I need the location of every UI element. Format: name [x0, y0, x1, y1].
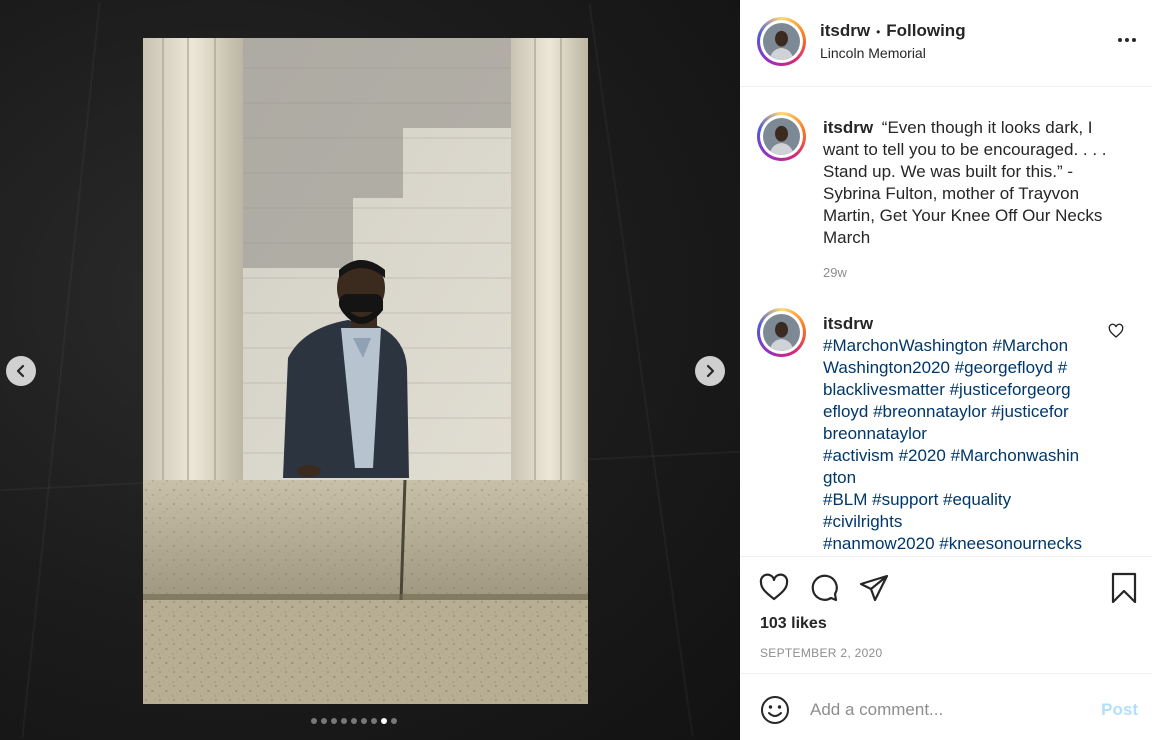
caption-timestamp[interactable]: 29w — [823, 265, 847, 280]
hashtag-list[interactable]: #MarchonWashington #Marchon Washington202… — [823, 335, 1113, 555]
likes-count[interactable]: 103 likes — [760, 615, 827, 633]
carousel-dot — [351, 718, 357, 724]
avatar[interactable] — [757, 112, 806, 161]
chevron-right-icon — [706, 364, 715, 378]
caption-username[interactable]: itsdrw — [823, 118, 873, 137]
share-icon[interactable] — [858, 572, 890, 604]
following-button[interactable]: Following — [886, 21, 965, 41]
post-details-panel: itsdrw • Following Lincoln Memorial itsd… — [740, 0, 1152, 740]
hashtag-line[interactable]: #BLM #support #equality — [823, 489, 1113, 511]
carousel-dot — [311, 718, 317, 724]
profile-photo — [763, 23, 800, 60]
post-date: SEPTEMBER 2, 2020 — [760, 646, 883, 660]
emoji-icon[interactable] — [760, 695, 790, 725]
comment-input[interactable] — [810, 697, 1090, 723]
carousel-dot — [331, 718, 337, 724]
hashtag-line[interactable]: #activism #2020 #Marchonwashin — [823, 445, 1113, 467]
post-comment-button[interactable]: Post — [1101, 700, 1138, 720]
comment-username[interactable]: itsdrw — [823, 313, 1109, 335]
more-options-icon[interactable] — [1116, 33, 1138, 47]
header-user-line: itsdrw • Following — [820, 21, 966, 41]
carousel-dot — [391, 718, 397, 724]
caption-text: “Even though it looks dark, I want to te… — [823, 118, 1107, 247]
previous-slide-button[interactable] — [6, 356, 36, 386]
hashtag-text-block: itsdrw #MarchonWashington #Marchon Washin… — [823, 313, 1113, 555]
profile-photo — [763, 118, 800, 155]
post-actions: 103 likes SEPTEMBER 2, 2020 — [740, 558, 1152, 674]
media-panel — [0, 0, 740, 740]
comment-like-heart-icon[interactable] — [1108, 323, 1124, 339]
comment-icon[interactable] — [808, 572, 840, 604]
next-slide-button[interactable] — [695, 356, 725, 386]
hashtag-line[interactable]: gton — [823, 467, 1113, 489]
carousel-indicator — [311, 718, 397, 724]
hashtag-line[interactable]: breonnataylor — [823, 423, 1113, 445]
post-header: itsdrw • Following Lincoln Memorial — [740, 0, 1152, 87]
chevron-left-icon — [16, 364, 25, 378]
post-location[interactable]: Lincoln Memorial — [820, 45, 926, 61]
add-comment-bar: Post — [740, 675, 1152, 740]
carousel-dot — [361, 718, 367, 724]
carousel-dot — [321, 718, 327, 724]
paper-crease — [588, 3, 694, 737]
hashtag-line[interactable]: #MarchonWashington #Marchon — [823, 335, 1113, 357]
heart-icon[interactable] — [758, 572, 790, 604]
profile-photo — [763, 314, 800, 351]
hashtag-line[interactable]: Washington2020 #georgefloyd # — [823, 357, 1113, 379]
hashtag-line[interactable]: efloyd #breonnataylor #justicefor — [823, 401, 1113, 423]
post-photo[interactable] — [143, 38, 588, 704]
hashtag-line[interactable]: #civilrights — [823, 511, 1113, 533]
bookmark-icon[interactable] — [1108, 572, 1140, 604]
carousel-dot — [381, 718, 387, 724]
caption-text-block: itsdrw “Even though it looks dark, I wan… — [823, 117, 1123, 249]
instagram-post-modal: itsdrw • Following Lincoln Memorial itsd… — [0, 0, 1152, 740]
header-username[interactable]: itsdrw — [820, 21, 870, 41]
carousel-dot — [371, 718, 377, 724]
hashtag-line[interactable]: blacklivesmatter #justiceforgeorg — [823, 379, 1113, 401]
comments-list[interactable]: itsdrw “Even though it looks dark, I wan… — [740, 88, 1152, 557]
hashtag-line[interactable]: #nanmow2020 #kneesonournecks — [823, 533, 1113, 555]
carousel-dot — [341, 718, 347, 724]
avatar[interactable] — [757, 17, 806, 66]
avatar[interactable] — [757, 308, 806, 357]
separator-dot: • — [876, 25, 881, 39]
